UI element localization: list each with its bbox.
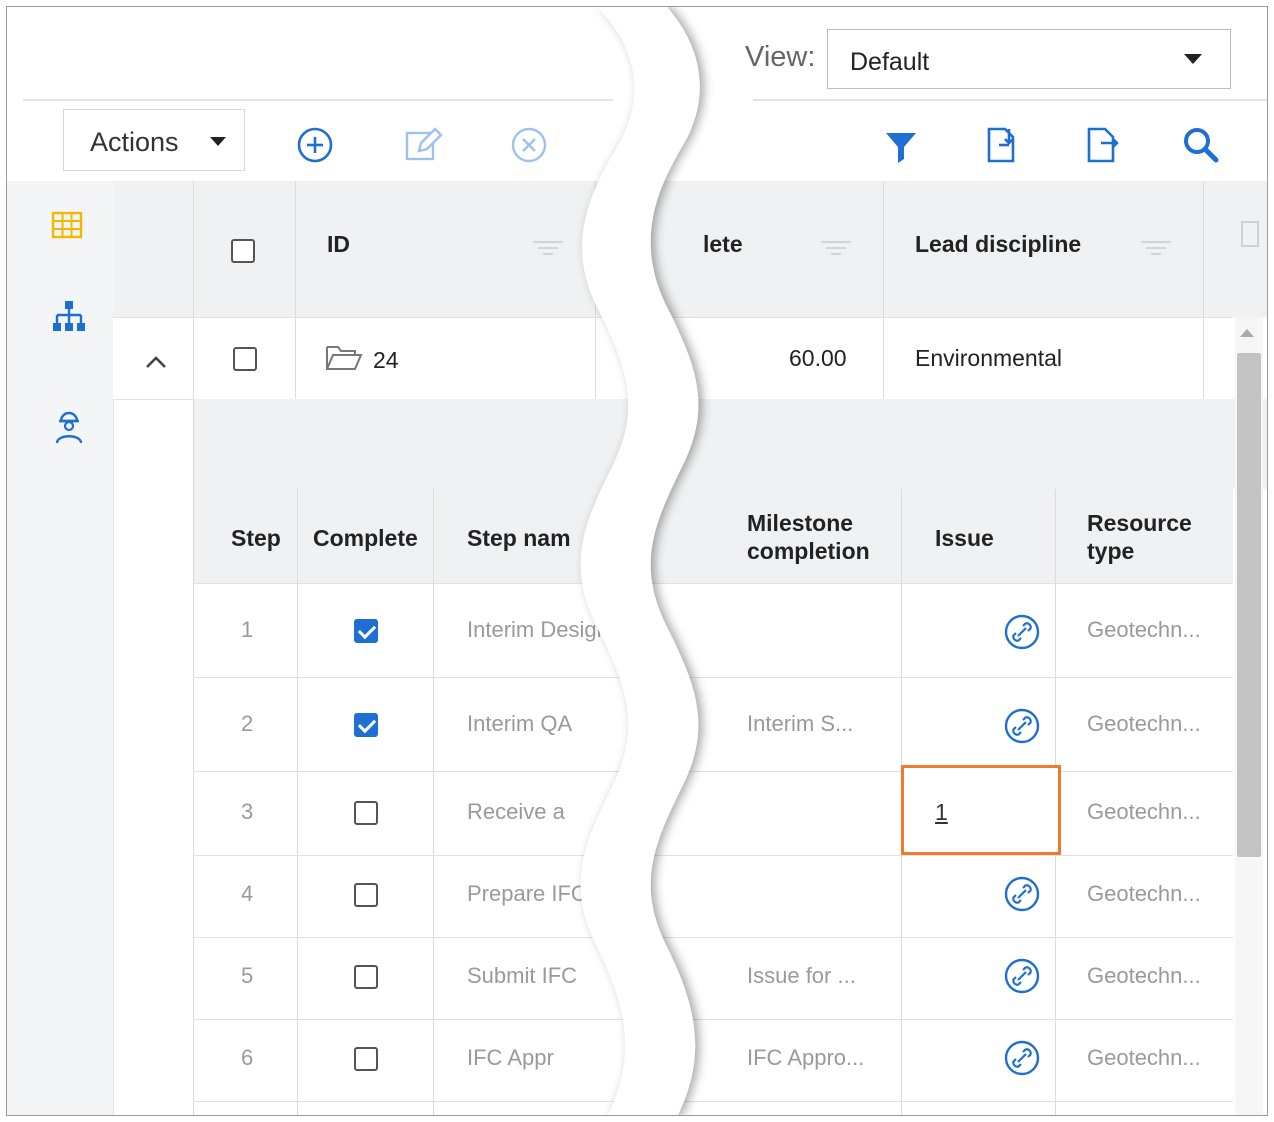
link-icon[interactable] [1003,707,1041,745]
resource-type: Geotechn... [1087,711,1201,736]
column-divider [295,181,296,399]
row-divider [193,1101,1233,1102]
row-checkbox[interactable] [233,347,257,371]
complete-checkbox[interactable] [354,1047,378,1071]
group-row-id: 24 [373,347,399,373]
detail-band [193,399,1267,489]
view-select[interactable]: Default [827,29,1231,89]
complete-checkbox[interactable] [354,713,378,737]
column-divider [113,399,114,1115]
link-icon[interactable] [1003,875,1041,913]
column-divider [193,181,194,399]
view-label: View: [745,41,816,73]
step-name: Submit IFC [467,963,578,988]
divider [23,99,613,101]
caret-down-icon [210,137,226,146]
column-header-resource-type[interactable]: Resource type [1087,509,1192,565]
step-number: 4 [241,881,254,906]
milestone-completion: Interim S... [747,711,854,736]
scrollbar-thumb[interactable] [1237,353,1261,857]
app-window: View: Default Actions ID lete Lead disci… [6,6,1268,1116]
column-header-step-name[interactable]: Step nam [467,525,571,552]
step-name: Interim QA [467,711,573,736]
column-filter-icon[interactable] [1141,241,1171,261]
issue-link[interactable]: 1 [935,799,948,826]
column-header-step[interactable]: Step [231,525,281,552]
header-line: Milestone [747,510,854,536]
complete-checkbox[interactable] [354,965,378,989]
step-number: 1 [241,617,254,642]
row-divider [193,1019,1233,1020]
column-divider [1203,181,1204,399]
import-icon[interactable] [979,123,1023,167]
link-icon[interactable] [1003,613,1041,651]
caret-down-icon [1184,54,1202,64]
column-chooser-icon[interactable] [1241,221,1259,247]
step-number: 6 [241,1045,254,1070]
column-filter-icon[interactable] [533,241,563,261]
resource-type: Geotechn... [1087,963,1201,988]
step-name: Receive a [467,799,565,824]
step-name: Interim Desigr [467,617,604,642]
column-header-issue[interactable]: Issue [935,525,994,552]
view-select-value: Default [850,48,930,76]
export-icon[interactable] [1079,123,1123,167]
resource-type: Geotechn... [1087,799,1201,824]
column-divider [883,181,884,399]
row-divider [193,583,1233,584]
milestone-completion: IFC Appro... [747,1045,865,1070]
header-line: type [1087,538,1135,564]
column-header-milestone-completion[interactable]: Milestone completion [747,509,870,565]
add-circle-icon[interactable] [293,123,337,167]
delete-circle-icon[interactable] [507,123,551,167]
hierarchy-icon[interactable] [49,297,89,337]
column-divider [193,399,194,1115]
group-row-lead-discipline: Environmental [915,345,1063,371]
link-icon[interactable] [1003,957,1041,995]
resource-type: Geotechn... [1087,881,1201,906]
row-divider [113,317,1233,318]
row-divider [193,771,1233,772]
grid-header [113,181,1267,317]
link-icon[interactable] [1003,1039,1041,1077]
resource-type: Geotechn... [1087,1045,1201,1070]
collapse-chevron-up-icon[interactable] [143,353,169,371]
resource-type: Geotechn... [1087,617,1201,642]
column-header-complete[interactable]: Complete [313,525,418,552]
step-number: 5 [241,963,254,988]
complete-checkbox[interactable] [354,883,378,907]
column-header-lead-discipline[interactable]: Lead discipline [915,231,1081,258]
resource-person-icon[interactable] [49,407,89,447]
scroll-up-arrow-icon[interactable] [1240,329,1254,337]
row-divider [193,677,1233,678]
filter-icon[interactable] [879,125,923,169]
column-header-id[interactable]: ID [327,231,350,258]
edit-icon[interactable] [401,123,445,167]
issue-cell-highlight [901,765,1061,855]
step-name: IFC Appr [467,1045,554,1070]
row-divider [193,855,1233,856]
divider [753,99,1267,101]
step-number: 2 [241,711,254,736]
grid-view-icon[interactable] [47,205,87,245]
actions-button-label: Actions [90,127,179,157]
step-name: Prepare IFC P [467,881,608,906]
header-line: completion [747,538,870,564]
folder-icon [325,343,363,373]
complete-checkbox[interactable] [354,619,378,643]
column-filter-icon[interactable] [821,241,851,261]
actions-button[interactable]: Actions [63,109,245,171]
search-icon[interactable] [1179,123,1223,167]
select-all-checkbox[interactable] [231,239,255,263]
header-line: Resource [1087,510,1192,536]
step-number: 3 [241,799,254,824]
milestone-completion: Issue for ... [747,963,856,988]
column-divider [595,181,596,399]
group-row-percent-complete: 60.00 [789,345,847,371]
column-header-percent-complete[interactable]: lete [703,231,743,258]
complete-checkbox[interactable] [354,801,378,825]
row-divider [193,937,1233,938]
